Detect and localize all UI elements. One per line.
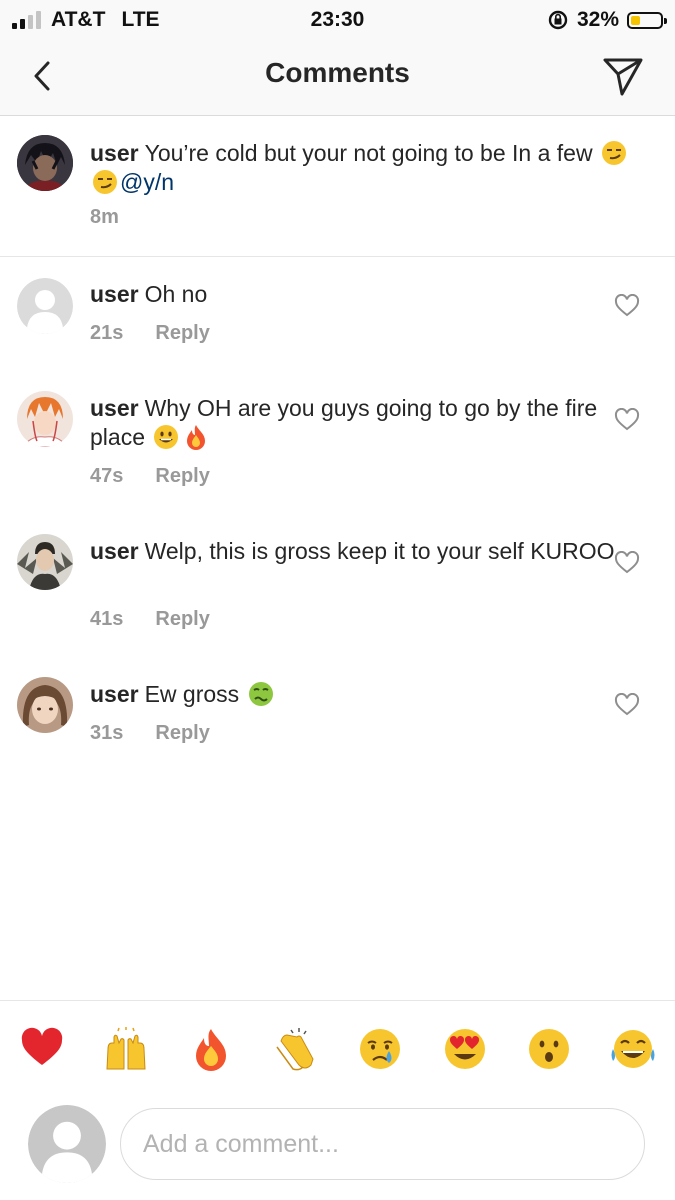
hushed-face-emoji-icon[interactable]	[527, 1027, 571, 1071]
comment-time: 8m	[90, 206, 119, 228]
direct-send-icon[interactable]	[601, 54, 645, 98]
smirk-emoji-icon	[601, 141, 626, 165]
orientation-lock-icon	[548, 10, 568, 30]
tears-of-joy-emoji-icon[interactable]	[611, 1027, 655, 1071]
mention-link[interactable]: @y/n	[120, 169, 174, 195]
reply-button[interactable]: Reply	[155, 465, 209, 487]
comment-username[interactable]: user	[90, 140, 139, 166]
comment-text: Oh no	[144, 281, 208, 307]
status-right: 32%	[547, 8, 667, 32]
crying-face-emoji-icon[interactable]	[358, 1027, 402, 1071]
header: Comments	[0, 40, 675, 116]
nauseated-emoji-icon	[248, 682, 273, 706]
comment-username[interactable]: user	[90, 681, 139, 707]
list-item: user Oh no 21s Reply	[0, 256, 675, 366]
grinning-emoji-icon	[154, 425, 179, 449]
comment-input[interactable]	[120, 1108, 645, 1180]
list-item: user Welp, this is gross keep it to your …	[0, 513, 675, 653]
avatar-image	[17, 677, 73, 733]
like-heart-icon[interactable]	[614, 693, 640, 717]
comment-text: Ew gross	[144, 681, 240, 707]
caption-comment: user You’re cold but your not going to be…	[0, 116, 675, 257]
like-heart-icon[interactable]	[614, 294, 640, 318]
battery-icon	[627, 11, 667, 29]
avatar[interactable]	[17, 278, 73, 334]
comment-text-block: user Ew gross	[90, 680, 630, 709]
avatar[interactable]	[17, 391, 73, 447]
reply-button[interactable]: Reply	[155, 722, 209, 744]
avatar-image	[17, 534, 73, 590]
comment-meta: 21s Reply	[90, 322, 210, 345]
reply-button[interactable]: Reply	[155, 322, 209, 344]
smirk-emoji-icon	[93, 170, 117, 194]
comment-meta: 31s Reply	[90, 722, 210, 745]
comment-time: 41s	[90, 608, 124, 630]
battery-fill	[631, 15, 640, 25]
fire-emoji-icon	[187, 425, 206, 450]
caption-text-block: user You’re cold but your not going to be…	[90, 139, 630, 197]
comment-text: You’re cold but your not going to be In …	[144, 140, 593, 166]
avatar[interactable]	[17, 135, 73, 191]
comment-time: 31s	[90, 722, 124, 744]
comment-text-block: user Why OH are you guys going to go by t…	[90, 394, 630, 452]
like-heart-icon[interactable]	[614, 408, 640, 432]
fire-emoji-icon[interactable]	[189, 1027, 233, 1071]
battery-percent: 32%	[576, 8, 619, 31]
comment-meta: 41s Reply	[90, 608, 210, 631]
comment-username[interactable]: user	[90, 538, 139, 564]
default-avatar-image	[17, 278, 73, 334]
like-heart-icon[interactable]	[614, 551, 640, 575]
page-title: Comments	[265, 57, 410, 88]
red-heart-emoji-icon[interactable]	[20, 1027, 64, 1071]
comment-time: 21s	[90, 322, 124, 344]
comment-username[interactable]: user	[90, 281, 139, 307]
status-bar: AT&T LTE 23:30 32%	[0, 0, 675, 40]
comment-composer	[0, 1100, 675, 1200]
avatar[interactable]	[17, 534, 73, 590]
comment-time: 47s	[90, 465, 124, 487]
comment-meta: 47s Reply	[90, 465, 210, 488]
list-item: user Ew gross 31s Reply	[0, 656, 675, 766]
default-avatar-image	[28, 1105, 106, 1183]
comment-meta: 8m	[90, 206, 119, 229]
raising-hands-emoji-icon[interactable]	[104, 1027, 148, 1071]
clapping-hands-emoji-icon[interactable]	[273, 1027, 317, 1071]
quick-reaction-bar	[0, 1000, 675, 1096]
heart-eyes-emoji-icon[interactable]	[443, 1027, 487, 1071]
comment-username[interactable]: user	[90, 395, 139, 421]
avatar-image	[17, 391, 73, 447]
avatar	[28, 1105, 106, 1183]
comment-text: Welp, this is gross keep it to your self…	[144, 538, 615, 564]
reply-button[interactable]: Reply	[155, 608, 209, 630]
comment-text-block: user Oh no	[90, 280, 630, 309]
comment-text-block: user Welp, this is gross keep it to your …	[90, 537, 630, 566]
avatar[interactable]	[17, 677, 73, 733]
avatar-image	[17, 135, 73, 191]
list-item: user Why OH are you guys going to go by t…	[0, 370, 675, 510]
